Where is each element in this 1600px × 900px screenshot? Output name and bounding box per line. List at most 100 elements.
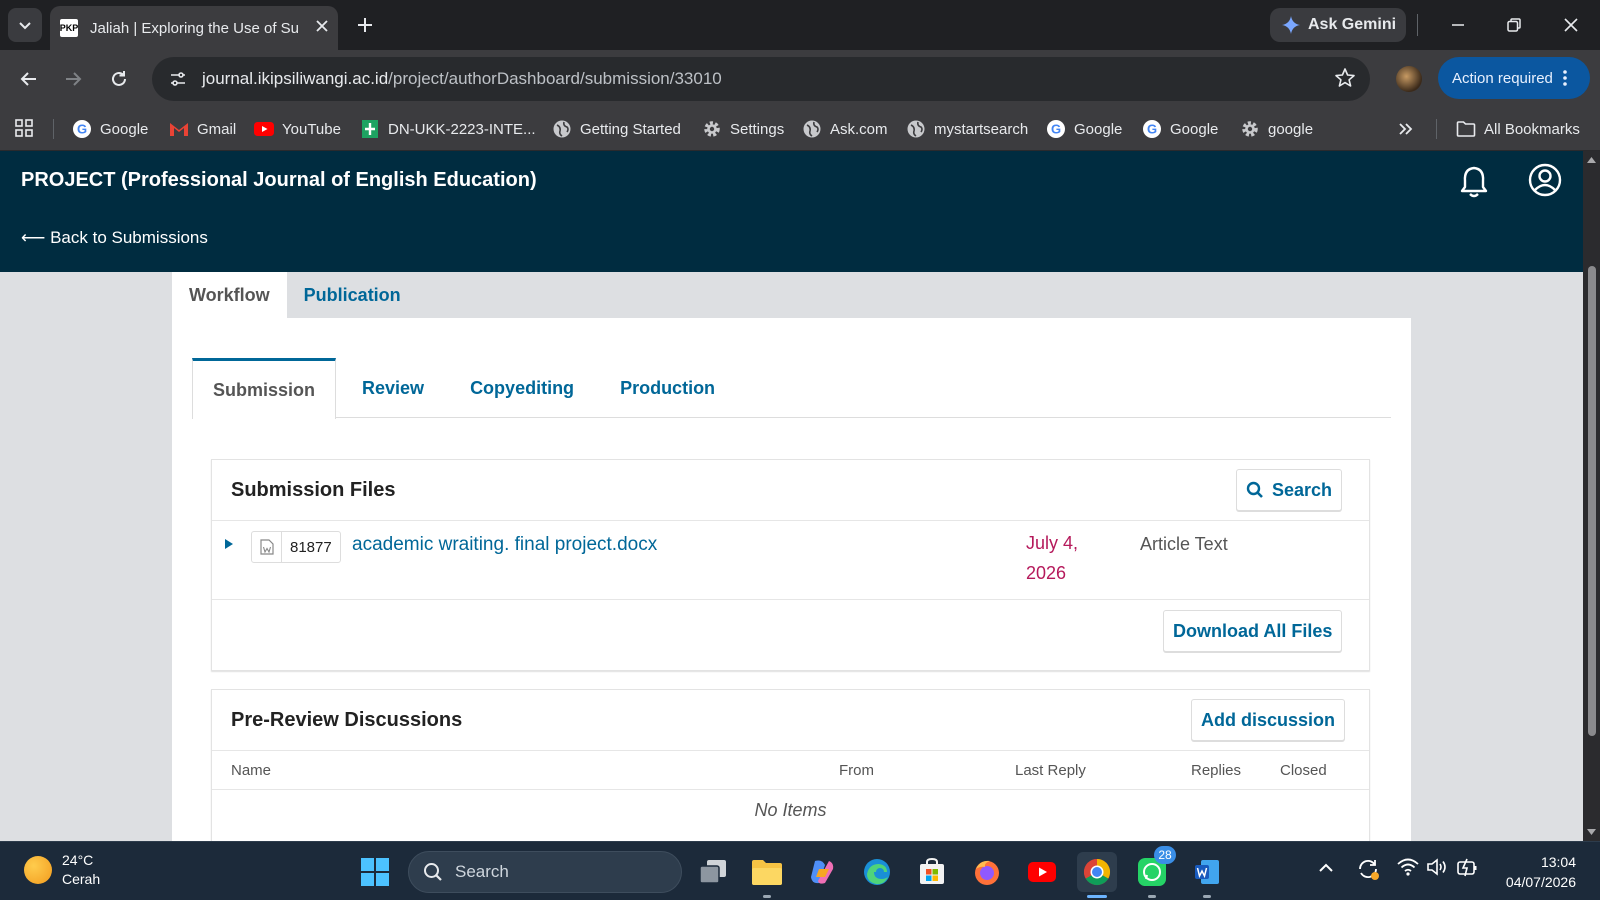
bookmark-label: Gmail bbox=[197, 120, 237, 138]
windows-taskbar: 24°C Cerah Search 28 13:04 04/07/2026 bbox=[0, 841, 1600, 900]
notifications-bell-icon[interactable] bbox=[1458, 165, 1490, 204]
back-to-submissions-link[interactable]: ⟵ Back to Submissions bbox=[21, 228, 208, 248]
divider bbox=[53, 119, 54, 139]
minimize-icon bbox=[1452, 24, 1464, 26]
back-button[interactable] bbox=[14, 64, 44, 94]
bookmark-settings[interactable]: Settings bbox=[702, 107, 784, 151]
action-required-button[interactable]: Action required bbox=[1438, 57, 1590, 99]
arrow-left-icon bbox=[20, 72, 36, 86]
download-all-files-button[interactable]: Download All Files bbox=[1163, 610, 1343, 652]
ask-gemini-button[interactable]: Ask Gemini bbox=[1270, 8, 1406, 42]
tab-copyediting[interactable]: Copyediting bbox=[450, 358, 594, 418]
chrome-icon[interactable] bbox=[1077, 852, 1117, 898]
svg-text:G: G bbox=[1147, 122, 1157, 137]
user-account-icon[interactable] bbox=[1528, 163, 1562, 202]
tab-production[interactable]: Production bbox=[600, 358, 735, 418]
weather-widget[interactable]: 24°C Cerah bbox=[24, 851, 100, 889]
column-last-reply: Last Reply bbox=[1015, 762, 1086, 779]
new-tab-button[interactable] bbox=[352, 12, 378, 38]
tab-search-button[interactable] bbox=[8, 8, 42, 42]
bookmark-star-icon[interactable] bbox=[1334, 67, 1356, 94]
bookmark-mystartsearch[interactable]: mystartsearch bbox=[906, 107, 1028, 151]
url-path: /project/authorDashboard/submission/3301… bbox=[388, 69, 722, 88]
address-bar[interactable]: journal.ikipsiliwangi.ac.id/project/auth… bbox=[152, 57, 1370, 101]
more-bookmarks-button[interactable] bbox=[1396, 107, 1416, 151]
whatsapp-icon[interactable]: 28 bbox=[1132, 846, 1176, 898]
bookmark-youtube[interactable]: YouTube bbox=[254, 107, 341, 151]
firefox-icon[interactable] bbox=[967, 852, 1007, 892]
all-bookmarks-button[interactable]: All Bookmarks bbox=[1456, 107, 1580, 151]
app-header: PROJECT (Professional Journal of English… bbox=[0, 151, 1583, 272]
pkp-favicon-icon: PKP bbox=[60, 19, 78, 37]
taskbar-search-label: Search bbox=[455, 862, 509, 881]
tab-review[interactable]: Review bbox=[342, 358, 444, 418]
tab-workflow[interactable]: Workflow bbox=[172, 272, 287, 318]
reload-button[interactable] bbox=[104, 64, 134, 94]
gmail-icon bbox=[169, 119, 189, 139]
google-icon: G bbox=[1142, 119, 1162, 139]
bookmark-google-3[interactable]: G Google bbox=[1142, 107, 1218, 151]
page-scrollbar[interactable] bbox=[1583, 151, 1600, 841]
add-discussion-button[interactable]: Add discussion bbox=[1191, 699, 1346, 741]
empty-state: No Items bbox=[754, 800, 827, 820]
site-info-icon[interactable] bbox=[164, 65, 192, 93]
bookmark-ask[interactable]: Ask.com bbox=[802, 107, 888, 151]
sync-icon[interactable] bbox=[1356, 857, 1380, 886]
show-hidden-icons-chevron-icon[interactable] bbox=[1318, 860, 1334, 878]
journal-title[interactable]: PROJECT (Professional Journal of English… bbox=[21, 169, 537, 192]
word-icon[interactable] bbox=[1187, 852, 1227, 898]
google-icon: G bbox=[1046, 119, 1066, 139]
microsoft-store-icon[interactable] bbox=[912, 852, 952, 892]
system-clock[interactable]: 13:04 04/07/2026 bbox=[1496, 852, 1576, 892]
close-tab-icon[interactable] bbox=[316, 19, 328, 37]
plus-icon bbox=[358, 18, 372, 32]
edge-browser-icon[interactable] bbox=[857, 852, 897, 892]
start-button[interactable] bbox=[355, 852, 395, 892]
weather-text: 24°C Cerah bbox=[62, 851, 100, 889]
search-files-button[interactable]: Search bbox=[1236, 469, 1343, 511]
scroll-down-icon[interactable] bbox=[1586, 828, 1597, 836]
copilot-icon[interactable] bbox=[802, 852, 842, 892]
globe-icon bbox=[552, 119, 572, 139]
bookmark-gmail[interactable]: Gmail bbox=[169, 107, 236, 151]
clock-time: 13:04 bbox=[1540, 854, 1576, 870]
battery-charging-icon[interactable] bbox=[1456, 856, 1478, 883]
file-explorer-icon[interactable] bbox=[747, 852, 787, 898]
scrollbar-thumb[interactable] bbox=[1588, 266, 1596, 736]
action-required-label: Action required bbox=[1452, 69, 1553, 87]
file-date: July 4, 2026 bbox=[1026, 533, 1079, 583]
volume-icon[interactable] bbox=[1426, 858, 1448, 881]
forward-button[interactable] bbox=[58, 64, 88, 94]
browser-toolbar: journal.ikipsiliwangi.ac.id/project/auth… bbox=[0, 50, 1600, 107]
column-closed: Closed bbox=[1280, 762, 1327, 779]
search-label: Search bbox=[1272, 479, 1333, 500]
wifi-icon[interactable] bbox=[1397, 858, 1419, 881]
bookmark-sheet[interactable]: DN-UKK-2223-INTE... bbox=[360, 107, 536, 151]
taskbar-search-box[interactable]: Search bbox=[408, 851, 682, 893]
bookmark-getting-started[interactable]: Getting Started bbox=[552, 107, 681, 151]
task-view-icon[interactable] bbox=[693, 852, 733, 892]
tab-publication[interactable]: Publication bbox=[287, 272, 418, 318]
expand-row-icon[interactable] bbox=[224, 537, 238, 551]
bookmark-label: Google bbox=[1074, 120, 1123, 138]
restore-button[interactable] bbox=[1494, 10, 1534, 40]
file-name-link[interactable]: academic wraiting. final project.docx bbox=[352, 534, 657, 556]
minimize-button[interactable] bbox=[1438, 10, 1478, 40]
bookmark-google[interactable]: G Google bbox=[72, 107, 148, 151]
search-icon bbox=[424, 863, 442, 881]
bookmark-google-settings[interactable]: google bbox=[1240, 107, 1313, 151]
double-chevron-right-icon bbox=[1396, 119, 1416, 139]
all-bookmarks-label: All Bookmarks bbox=[1484, 120, 1580, 138]
youtube-app-icon[interactable] bbox=[1022, 852, 1062, 892]
close-window-button[interactable] bbox=[1551, 10, 1591, 40]
submission-files-title: Submission Files bbox=[231, 479, 396, 501]
file-id: 81877 bbox=[290, 538, 332, 556]
browser-tab[interactable]: PKP Jaliah | Exploring the Use of Sul bbox=[50, 6, 338, 50]
google-icon: G bbox=[72, 119, 92, 139]
profile-avatar[interactable] bbox=[1396, 66, 1422, 92]
bookmark-label: Google bbox=[100, 120, 149, 138]
scroll-up-icon[interactable] bbox=[1586, 156, 1597, 164]
tab-submission[interactable]: Submission bbox=[192, 358, 337, 419]
bookmark-google-2[interactable]: G Google bbox=[1046, 107, 1122, 151]
apps-grid-icon[interactable] bbox=[14, 118, 34, 143]
